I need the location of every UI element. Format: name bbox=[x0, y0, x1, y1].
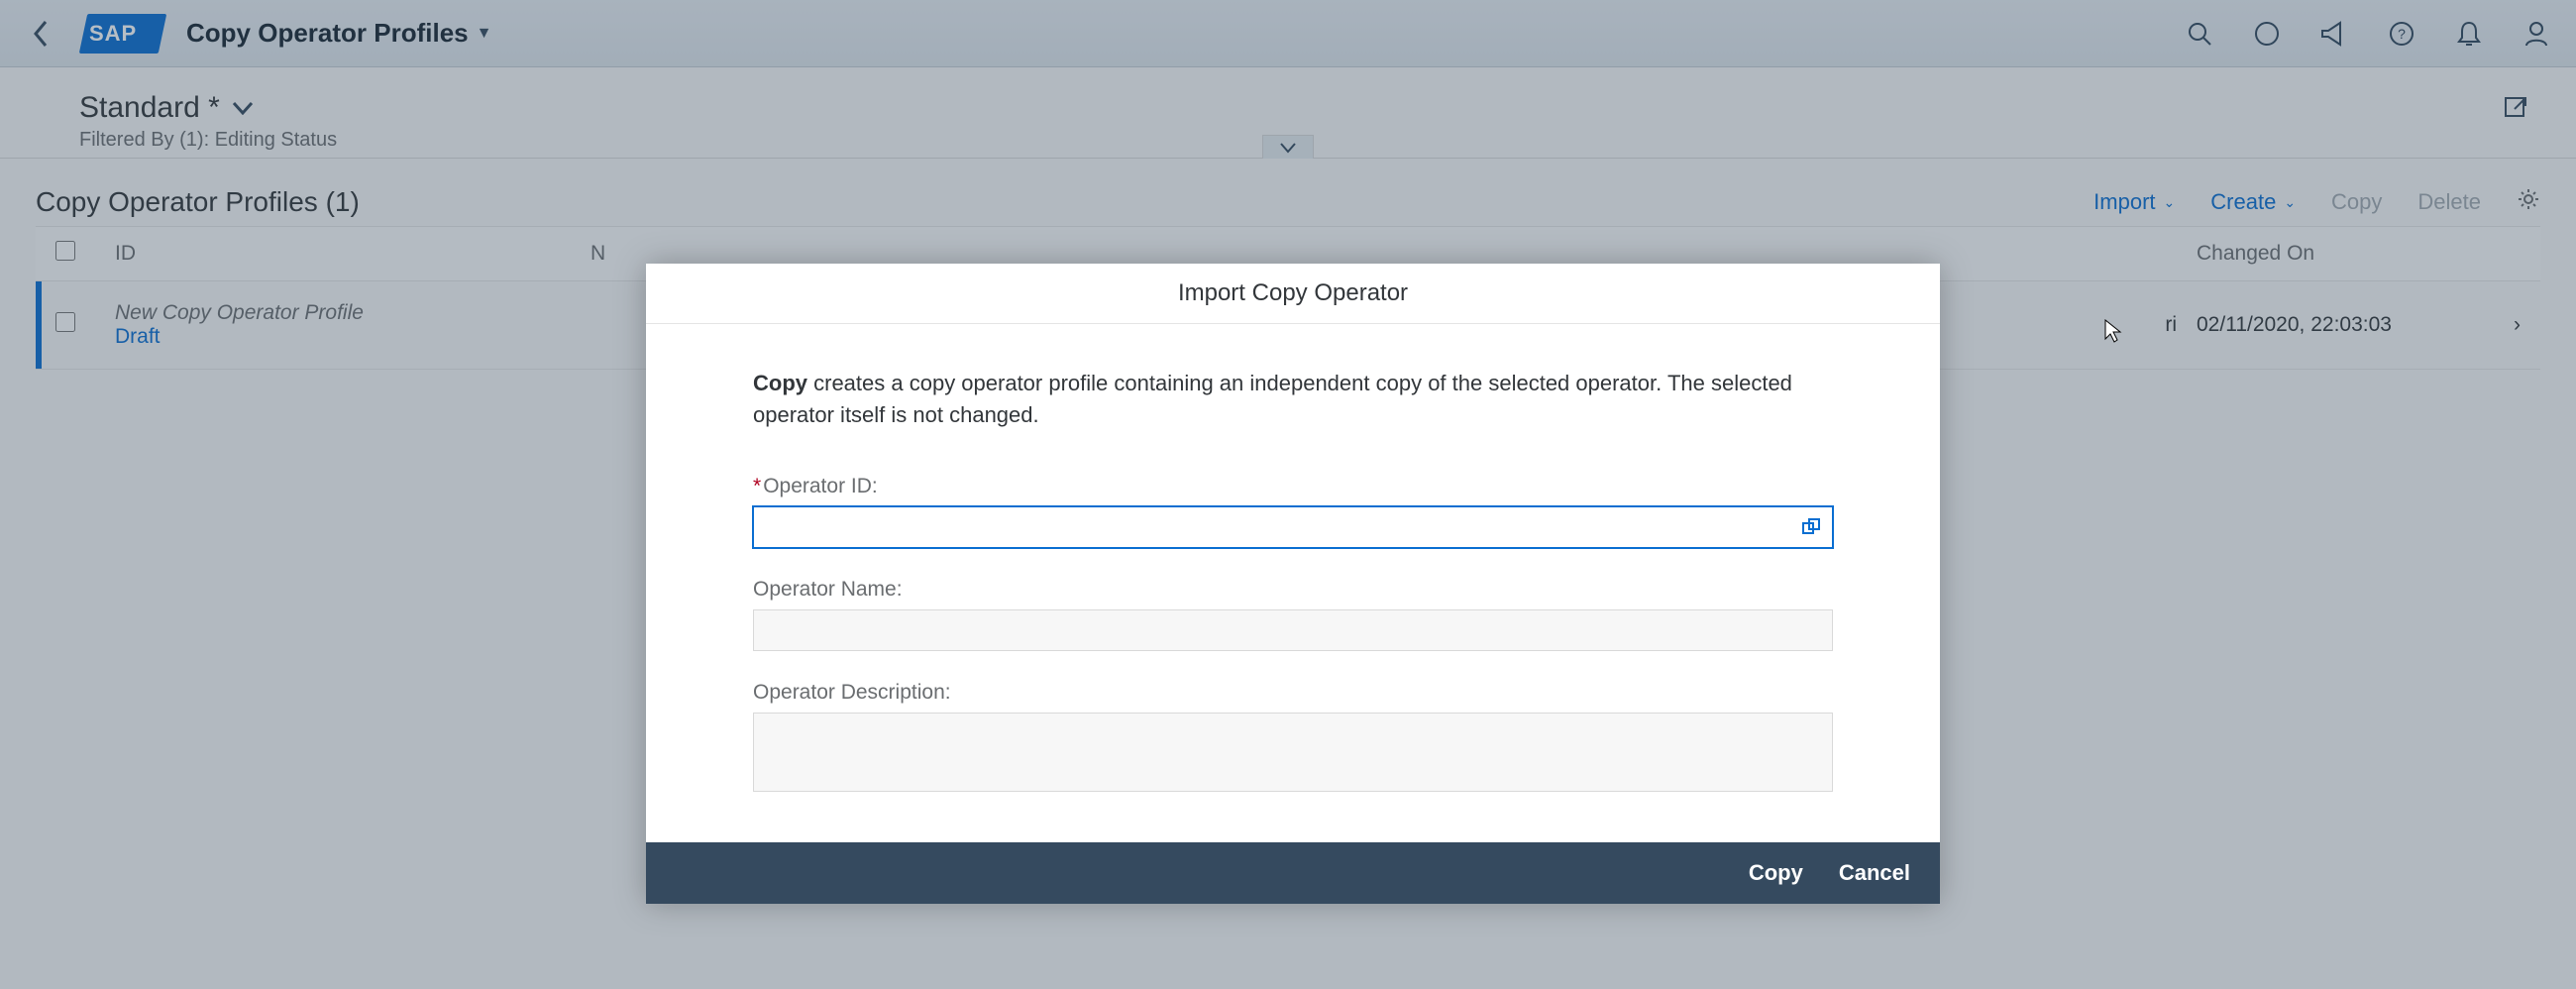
dialog-body: Copy creates a copy operator profile con… bbox=[646, 324, 1940, 842]
dialog-title: Import Copy Operator bbox=[646, 264, 1940, 324]
operator-desc-row: Operator Description: bbox=[753, 681, 1833, 797]
dialog-description: Copy creates a copy operator profile con… bbox=[753, 368, 1833, 431]
operator-id-row: Operator ID: bbox=[753, 475, 1833, 548]
operator-name-label: Operator Name: bbox=[753, 578, 1833, 602]
operator-desc-label: Operator Description: bbox=[753, 681, 1833, 705]
operator-id-label: Operator ID: bbox=[753, 475, 1833, 498]
operator-id-input-wrap bbox=[753, 506, 1833, 548]
dialog-description-bold: Copy bbox=[753, 371, 807, 395]
value-help-button[interactable] bbox=[1797, 513, 1825, 541]
value-help-icon bbox=[1801, 517, 1821, 537]
operator-desc-input bbox=[753, 713, 1833, 792]
import-copy-operator-dialog: Import Copy Operator Copy creates a copy… bbox=[646, 264, 1940, 904]
dialog-description-rest: creates a copy operator profile containi… bbox=[753, 371, 1792, 427]
dialog-cancel-button[interactable]: Cancel bbox=[1839, 860, 1910, 886]
operator-name-row: Operator Name: bbox=[753, 578, 1833, 651]
operator-id-input[interactable] bbox=[753, 506, 1833, 548]
dialog-copy-button[interactable]: Copy bbox=[1749, 860, 1803, 886]
operator-name-input bbox=[753, 609, 1833, 651]
dialog-footer: Copy Cancel bbox=[646, 842, 1940, 904]
